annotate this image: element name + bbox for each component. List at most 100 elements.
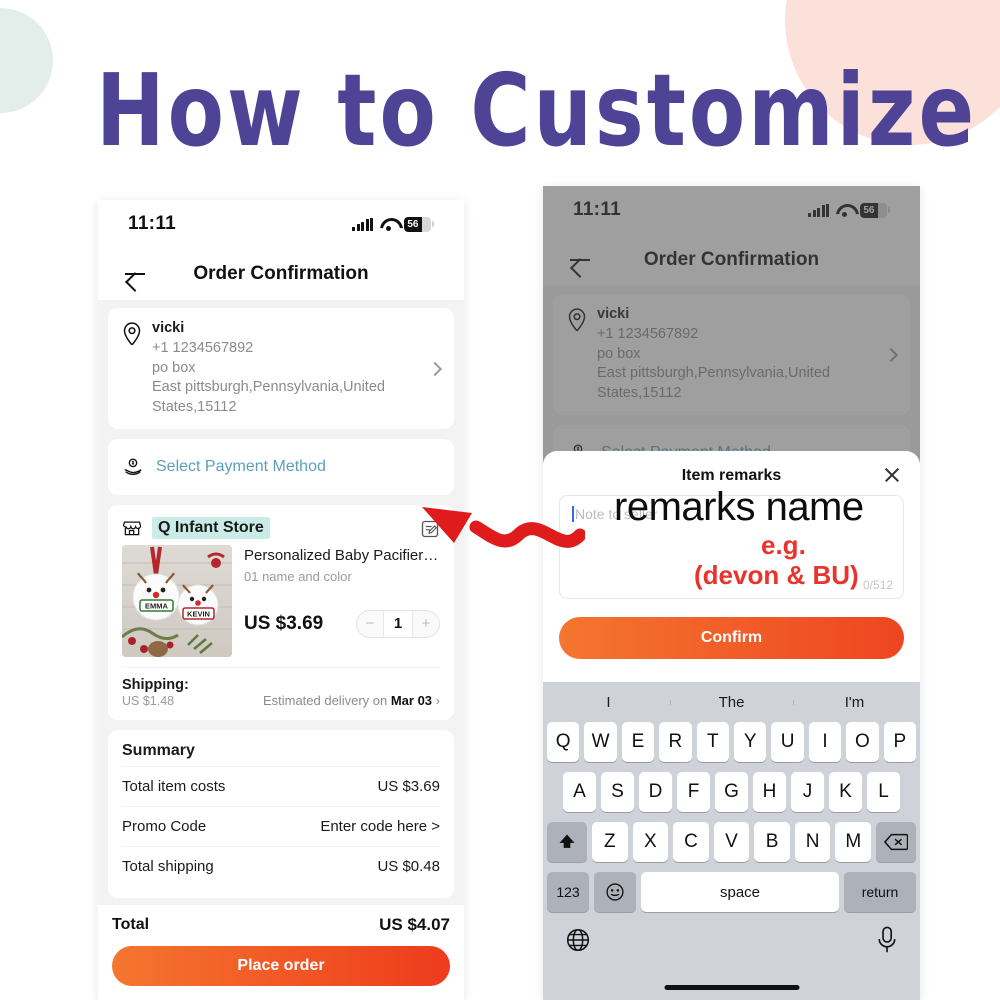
suggestion-item[interactable]: I bbox=[547, 694, 670, 711]
place-order-button[interactable]: Place order bbox=[112, 946, 450, 986]
promo-code-entry[interactable]: Enter code here > bbox=[320, 818, 440, 835]
emoji-smiley-icon[interactable] bbox=[594, 872, 636, 912]
shift-up-icon[interactable] bbox=[546, 822, 587, 862]
key-x[interactable]: X bbox=[632, 822, 669, 862]
table-row: Total item costs US $3.69 bbox=[122, 766, 440, 806]
back-arrow-icon[interactable] bbox=[122, 261, 148, 287]
store-product-card: Q Infant Store EMMA KEVIN Personalized B… bbox=[108, 505, 454, 721]
svg-text:EMMA: EMMA bbox=[145, 602, 168, 611]
address-card[interactable]: vicki +1 1234567892 po box East pittsbur… bbox=[108, 308, 454, 430]
suggestion-item[interactable]: The bbox=[670, 694, 793, 711]
nav-bar: Order Confirmation bbox=[543, 234, 920, 286]
signal-bars-icon bbox=[352, 217, 373, 231]
globe-icon[interactable] bbox=[565, 927, 591, 953]
key-c[interactable]: C bbox=[673, 822, 709, 862]
key-z[interactable]: Z bbox=[591, 822, 628, 862]
key-l[interactable]: L bbox=[867, 772, 900, 812]
battery-level: 56 bbox=[860, 202, 878, 218]
chevron-right-icon[interactable] bbox=[427, 361, 443, 376]
back-arrow-icon[interactable] bbox=[567, 247, 593, 273]
key-u[interactable]: U bbox=[771, 722, 804, 762]
page-header-title: Order Confirmation bbox=[193, 263, 369, 284]
key-e[interactable]: E bbox=[621, 722, 655, 762]
quantity-increment-button[interactable]: + bbox=[413, 611, 439, 637]
key-i[interactable]: I bbox=[808, 722, 842, 762]
decor-circle-mint bbox=[0, 8, 53, 113]
shipping-eta-date: Mar 03 bbox=[390, 693, 433, 709]
product-variant: 01 name and color bbox=[244, 569, 352, 584]
key-d[interactable]: D bbox=[639, 772, 672, 812]
key-g[interactable]: G bbox=[715, 772, 748, 812]
keyboard-row-1: Q W E R T Y U I O P bbox=[546, 722, 917, 762]
key-b[interactable]: B bbox=[754, 822, 790, 862]
product-image[interactable]: EMMA KEVIN bbox=[122, 545, 232, 658]
wifi-icon bbox=[380, 218, 397, 231]
home-indicator bbox=[664, 985, 799, 990]
chevron-right-icon[interactable] bbox=[883, 347, 899, 362]
key-a[interactable]: A bbox=[563, 772, 596, 812]
address-name: vicki bbox=[152, 320, 185, 336]
address-line3: States,15112 bbox=[152, 398, 237, 415]
key-y[interactable]: Y bbox=[734, 722, 767, 762]
microphone-icon[interactable] bbox=[876, 926, 898, 954]
keyboard-row-4: 123 space return bbox=[547, 872, 916, 912]
key-o[interactable]: O bbox=[846, 722, 879, 762]
status-time: 11:11 bbox=[573, 199, 621, 220]
numbers-key[interactable]: 123 bbox=[547, 872, 589, 912]
modal-title: Item remarks bbox=[681, 467, 782, 484]
address-name: vicki bbox=[597, 306, 630, 322]
phone-screen-right: 11:11 56 Order Confirmation vicki +1 123… bbox=[543, 186, 920, 1000]
summary-row-label: Promo Code bbox=[122, 818, 207, 836]
close-icon[interactable] bbox=[882, 465, 902, 485]
page-title: How to Customize bbox=[96, 53, 978, 170]
onscreen-keyboard: I The I'm Q W E R T Y U I O P A S D F G … bbox=[543, 682, 920, 1000]
status-time: 11:11 bbox=[128, 213, 176, 234]
key-j[interactable]: J bbox=[791, 772, 824, 812]
key-q[interactable]: Q bbox=[546, 722, 580, 762]
key-n[interactable]: N bbox=[794, 822, 831, 862]
summary-card: Summary Total item costs US $3.69 Promo … bbox=[108, 730, 454, 899]
shipping-eta: Estimated delivery on Mar 03 › bbox=[262, 693, 440, 709]
confirm-button[interactable]: Confirm bbox=[559, 617, 904, 659]
summary-row-value: US $0.48 bbox=[377, 858, 440, 876]
hand-coin-icon bbox=[124, 458, 142, 476]
table-row[interactable]: Promo Code Enter code here > bbox=[122, 806, 440, 846]
key-w[interactable]: W bbox=[584, 722, 617, 762]
store-name[interactable]: Q Infant Store bbox=[152, 517, 270, 540]
item-remarks-modal: Item remarks Note to seller 0/512 Confir… bbox=[543, 451, 920, 1000]
product-price: US $3.69 bbox=[244, 613, 324, 634]
key-p[interactable]: P bbox=[883, 722, 917, 762]
battery-icon: 56 bbox=[860, 202, 890, 218]
payment-method-card[interactable]: Select Payment Method bbox=[108, 439, 454, 496]
key-s[interactable]: S bbox=[601, 772, 634, 812]
keyboard-suggestion-bar: I The I'm bbox=[547, 682, 916, 722]
address-card[interactable]: vicki +1 1234567892 po box East pittsbur… bbox=[553, 294, 910, 416]
key-h[interactable]: H bbox=[753, 772, 786, 812]
summary-row-label: Total item costs bbox=[122, 778, 226, 796]
storefront-icon bbox=[122, 521, 142, 536]
screen-content: vicki +1 1234567892 po box East pittsbur… bbox=[98, 300, 464, 941]
location-pin-icon bbox=[123, 322, 141, 346]
return-key[interactable]: return bbox=[844, 872, 916, 912]
address-line3: States,15112 bbox=[597, 384, 682, 401]
product-title[interactable]: Personalized Baby Pacifier Clip Custo... bbox=[244, 547, 440, 566]
shipping-price: US $1.48 bbox=[122, 694, 175, 709]
quantity-decrement-button[interactable]: − bbox=[357, 611, 383, 637]
wifi-icon bbox=[836, 204, 853, 217]
key-t[interactable]: T bbox=[696, 722, 729, 762]
space-key[interactable]: space bbox=[641, 872, 839, 912]
key-r[interactable]: R bbox=[659, 722, 692, 762]
key-m[interactable]: M bbox=[835, 822, 872, 862]
suggestion-item[interactable]: I'm bbox=[793, 694, 916, 711]
key-v[interactable]: V bbox=[713, 822, 750, 862]
backspace-icon[interactable] bbox=[876, 822, 917, 862]
checkout-footer: Total US $4.07 Place order bbox=[98, 905, 464, 1000]
address-phone: +1 1234567892 bbox=[152, 340, 254, 356]
key-f[interactable]: F bbox=[677, 772, 710, 812]
keyboard-row-3: Z X C V B N M bbox=[546, 822, 917, 862]
shipping-row[interactable]: Shipping: US $1.48 Estimated delivery on… bbox=[122, 667, 440, 708]
annotation-remarks-name: remarks name bbox=[614, 485, 864, 529]
quantity-stepper[interactable]: − 1 + bbox=[356, 610, 440, 638]
key-k[interactable]: K bbox=[829, 772, 862, 812]
address-line1: po box bbox=[152, 359, 196, 376]
